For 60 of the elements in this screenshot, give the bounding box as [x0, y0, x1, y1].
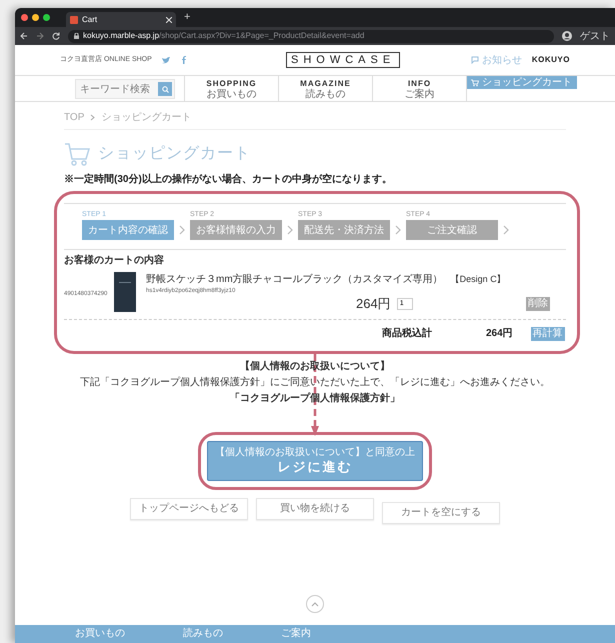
- lock-icon: [74, 33, 79, 39]
- new-tab-button[interactable]: +: [184, 9, 190, 26]
- brand-logo[interactable]: KOKUYO: [532, 54, 570, 66]
- total-label: 商品税込計: [382, 326, 432, 341]
- step-indicator: カート内容の確認: [82, 220, 174, 240]
- profile-avatar-icon[interactable]: [562, 31, 572, 41]
- cart-icon: [64, 142, 90, 166]
- delete-button[interactable]: 削除: [526, 296, 550, 311]
- close-window-icon[interactable]: [21, 14, 28, 21]
- product-name: 野帳スケッチ３mm方眼チャコールブラック（カスタマイズ専用）: [146, 272, 443, 287]
- breadcrumb-current: ショッピングカート: [101, 111, 192, 125]
- cart-icon: [471, 78, 479, 86]
- notebook-thumbnail: [114, 272, 136, 312]
- twitter-icon: [162, 56, 170, 64]
- back-arrow-icon[interactable]: [20, 32, 28, 40]
- speech-bubble-icon: [470, 56, 479, 64]
- profile-name[interactable]: ゲスト: [580, 28, 610, 44]
- privacy-heading: 【個人情報のお取扱いについて】: [240, 362, 390, 372]
- search-icon: [162, 86, 168, 92]
- maximize-window-icon[interactable]: [43, 14, 50, 21]
- cart-button[interactable]: ショッピングカート: [467, 76, 577, 89]
- tab-title: Cart: [82, 14, 98, 26]
- footer-link[interactable]: 読みもの: [183, 628, 223, 640]
- nav-link[interactable]: SHOPPING お買いもの: [185, 76, 279, 101]
- privacy-policy-link[interactable]: 「コクヨグループ個人情報保護方針」: [230, 394, 400, 404]
- chevron-right-icon: [90, 114, 96, 121]
- checkout-button[interactable]: 【個人情報のお取扱いについて】と同意の上 レジに進む: [207, 440, 423, 480]
- reload-icon[interactable]: [52, 32, 60, 40]
- notice-text: ※一定時間(30分)以上の操作がない場合、カートの中身が空になります。: [64, 172, 393, 187]
- chevron-right-icon: [503, 225, 509, 235]
- section-heading: お客様のカートの内容: [64, 253, 165, 268]
- logo[interactable]: SHOWCASE: [286, 52, 400, 68]
- nav-button[interactable]: 買い物を続ける: [256, 498, 374, 520]
- site-favicon-icon: [70, 16, 78, 24]
- close-icon[interactable]: [166, 16, 172, 22]
- step-indicator: ご注文確認: [406, 220, 498, 240]
- product-variant: 【Design C】: [450, 273, 506, 286]
- search-field[interactable]: キーワード検索: [75, 79, 175, 99]
- nav-link[interactable]: MAGAZINE 読みもの: [279, 76, 373, 101]
- address-bar[interactable]: kokuyo.marble-asp.jp/shop/Cart.aspx?Div=1&Page=_ProductDetail&event=add: [68, 30, 554, 42]
- chevron-up-icon: [311, 602, 319, 606]
- footer-link[interactable]: ご案内: [281, 628, 311, 640]
- chevron-right-icon: [395, 225, 401, 235]
- nav-button[interactable]: トップページへもどる: [130, 498, 248, 520]
- chevron-right-icon: [179, 225, 185, 235]
- page-title: ショッピングカート: [98, 144, 251, 164]
- recalculate-button[interactable]: 再計算: [530, 326, 565, 340]
- forward-arrow-icon[interactable]: [36, 32, 44, 40]
- privacy-text: 下記「コクヨグループ個人情報保護方針」にご同意いただいた上で、「レジに進む」へお進みください。: [80, 378, 550, 388]
- step-indicator: 配送先・決済方法: [298, 220, 390, 240]
- url-text: kokuyo.marble-asp.jp/shop/Cart.aspx?Div=1&Page=_ProductDetail&event=add: [83, 30, 364, 42]
- nav-button[interactable]: カートを空にする: [382, 502, 500, 524]
- total-price: 264円: [486, 327, 513, 341]
- chevron-right-icon: [287, 225, 293, 235]
- footer-link[interactable]: お買いもの: [75, 628, 125, 640]
- step-indicator: お客様情報の入力: [190, 220, 282, 240]
- price: 264円: [356, 295, 391, 313]
- minimize-window-icon[interactable]: [32, 14, 39, 21]
- facebook-icon: [180, 56, 186, 64]
- browser-tab[interactable]: Cart: [66, 12, 176, 27]
